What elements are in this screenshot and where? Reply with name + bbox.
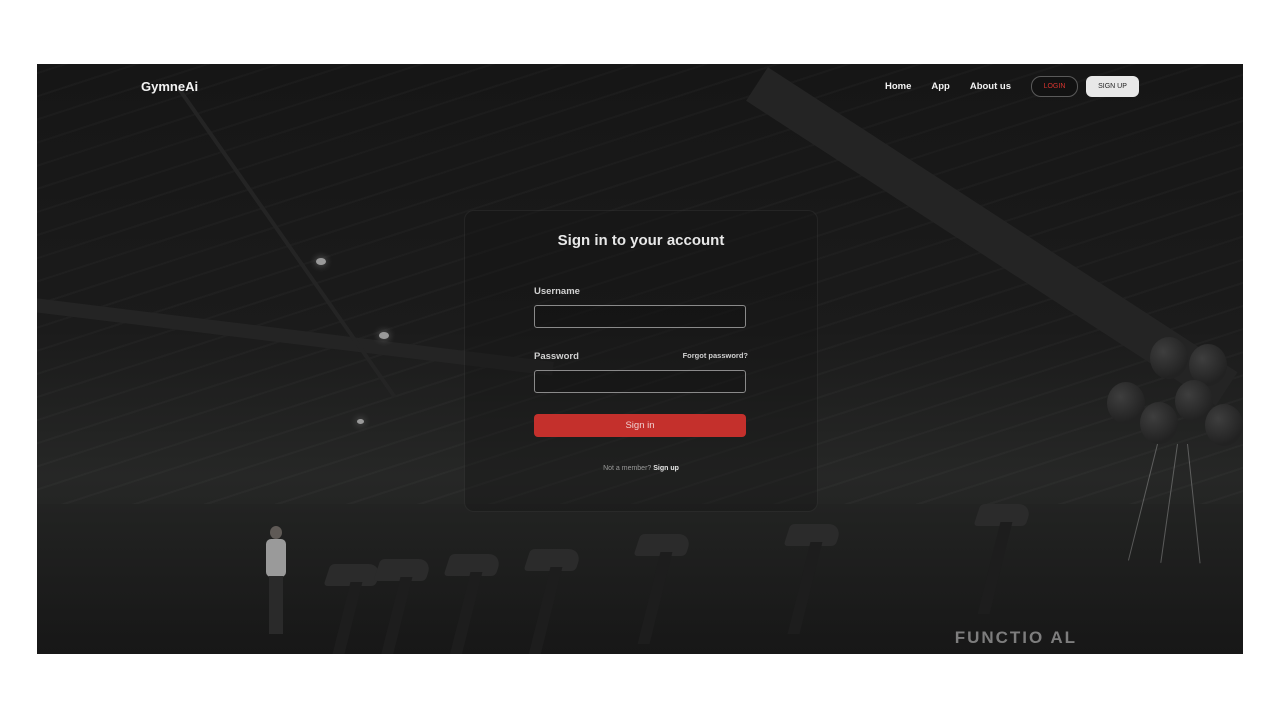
username-input[interactable] [534,305,746,328]
app-frame: FUNCTIO AL GymneAi Home App About us LOG… [37,64,1243,654]
not-member-prompt: Not a member? Sign up [465,465,817,472]
balloon [1107,382,1145,424]
wall-sign-text: FUNCTIO AL [954,628,1077,647]
top-navbar: GymneAi Home App About us LOGIN SIGN UP [37,64,1243,112]
nav-link-app[interactable]: App [931,81,949,92]
sign-up-link[interactable]: Sign up [653,465,679,472]
ceiling-light [357,419,364,424]
signup-button[interactable]: SIGN UP [1086,76,1139,97]
treadmill [367,559,437,654]
nav-link-about-us[interactable]: About us [970,81,1011,92]
not-member-text: Not a member? [603,465,652,472]
password-label: Password [534,351,579,362]
sign-in-button[interactable]: Sign in [534,414,746,437]
brand-logo[interactable]: GymneAi [141,79,198,94]
balloon [1205,404,1243,446]
password-input[interactable] [534,370,746,393]
sign-in-card: Sign in to your account Username Passwor… [464,210,818,512]
person-on-treadmill [265,526,287,636]
forgot-password-link[interactable]: Forgot password? [683,351,748,360]
nav-link-home[interactable]: Home [885,81,911,92]
ceiling-light [379,332,389,339]
login-button[interactable]: LOGIN [1031,76,1078,97]
balloon [1140,402,1178,444]
treadmill [437,554,507,654]
treadmill [777,524,847,654]
username-label: Username [534,286,580,297]
treadmill [627,534,697,654]
balloon [1150,337,1188,379]
sign-in-title: Sign in to your account [557,232,725,249]
ceiling-light [316,258,326,265]
nav-links: Home App About us LOGIN SIGN UP [885,76,1139,97]
treadmill [517,549,587,654]
